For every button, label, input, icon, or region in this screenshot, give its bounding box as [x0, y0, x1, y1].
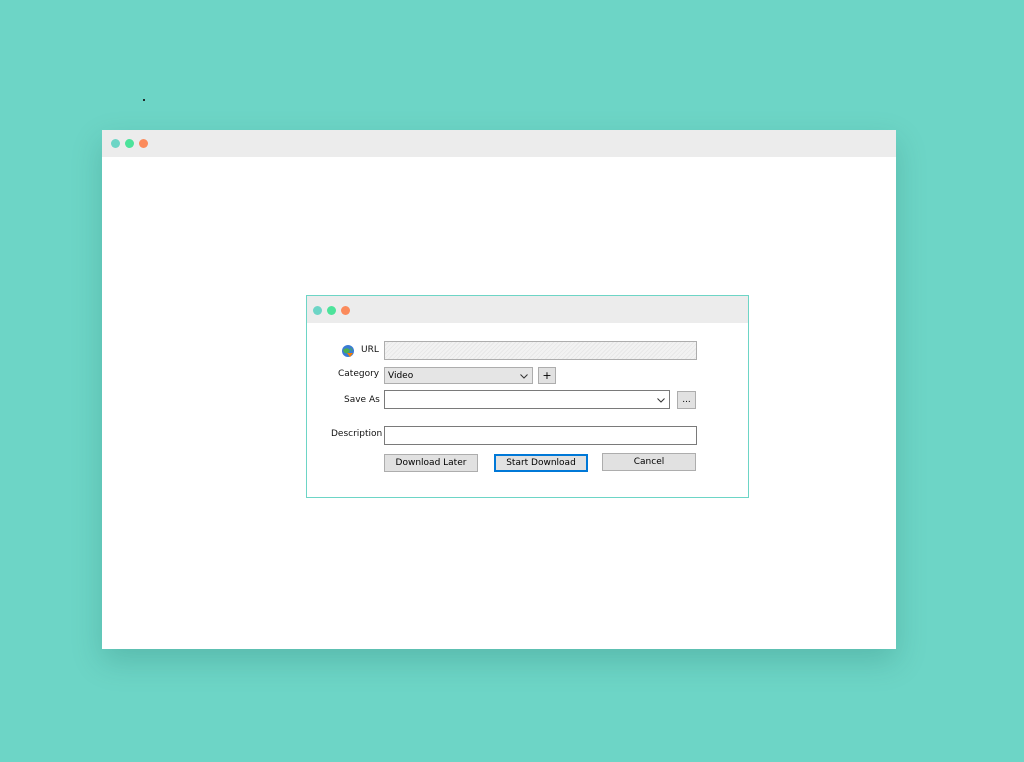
- outer-window-titlebar: [102, 130, 896, 157]
- chevron-down-icon: [520, 374, 528, 379]
- category-select[interactable]: Video: [384, 367, 533, 384]
- download-dialog: URL Category Video + Save As ... Descrip…: [306, 295, 749, 498]
- dialog-dot-green[interactable]: [327, 306, 336, 315]
- dialog-titlebar: [307, 296, 748, 323]
- category-label: Category: [338, 369, 380, 379]
- cancel-button[interactable]: Cancel: [602, 453, 696, 471]
- download-later-button[interactable]: Download Later: [384, 454, 478, 472]
- globe-download-icon: [342, 345, 354, 357]
- browse-button[interactable]: ...: [677, 391, 696, 409]
- save-as-select[interactable]: [384, 390, 670, 409]
- chevron-down-icon: [657, 398, 665, 403]
- save-as-label: Save As: [344, 395, 380, 405]
- category-selected-value: Video: [388, 370, 414, 381]
- window-dot-green[interactable]: [125, 139, 134, 148]
- add-category-button[interactable]: +: [538, 367, 556, 384]
- description-field[interactable]: [384, 426, 697, 445]
- start-download-button[interactable]: Start Download: [494, 454, 588, 472]
- description-label: Description: [331, 429, 383, 439]
- dialog-dot-teal[interactable]: [313, 306, 322, 315]
- stray-dot: [143, 99, 145, 101]
- window-dot-orange[interactable]: [139, 139, 148, 148]
- dialog-dot-orange[interactable]: [341, 306, 350, 315]
- url-label: URL: [361, 345, 379, 355]
- url-field[interactable]: [384, 341, 697, 360]
- window-dot-teal[interactable]: [111, 139, 120, 148]
